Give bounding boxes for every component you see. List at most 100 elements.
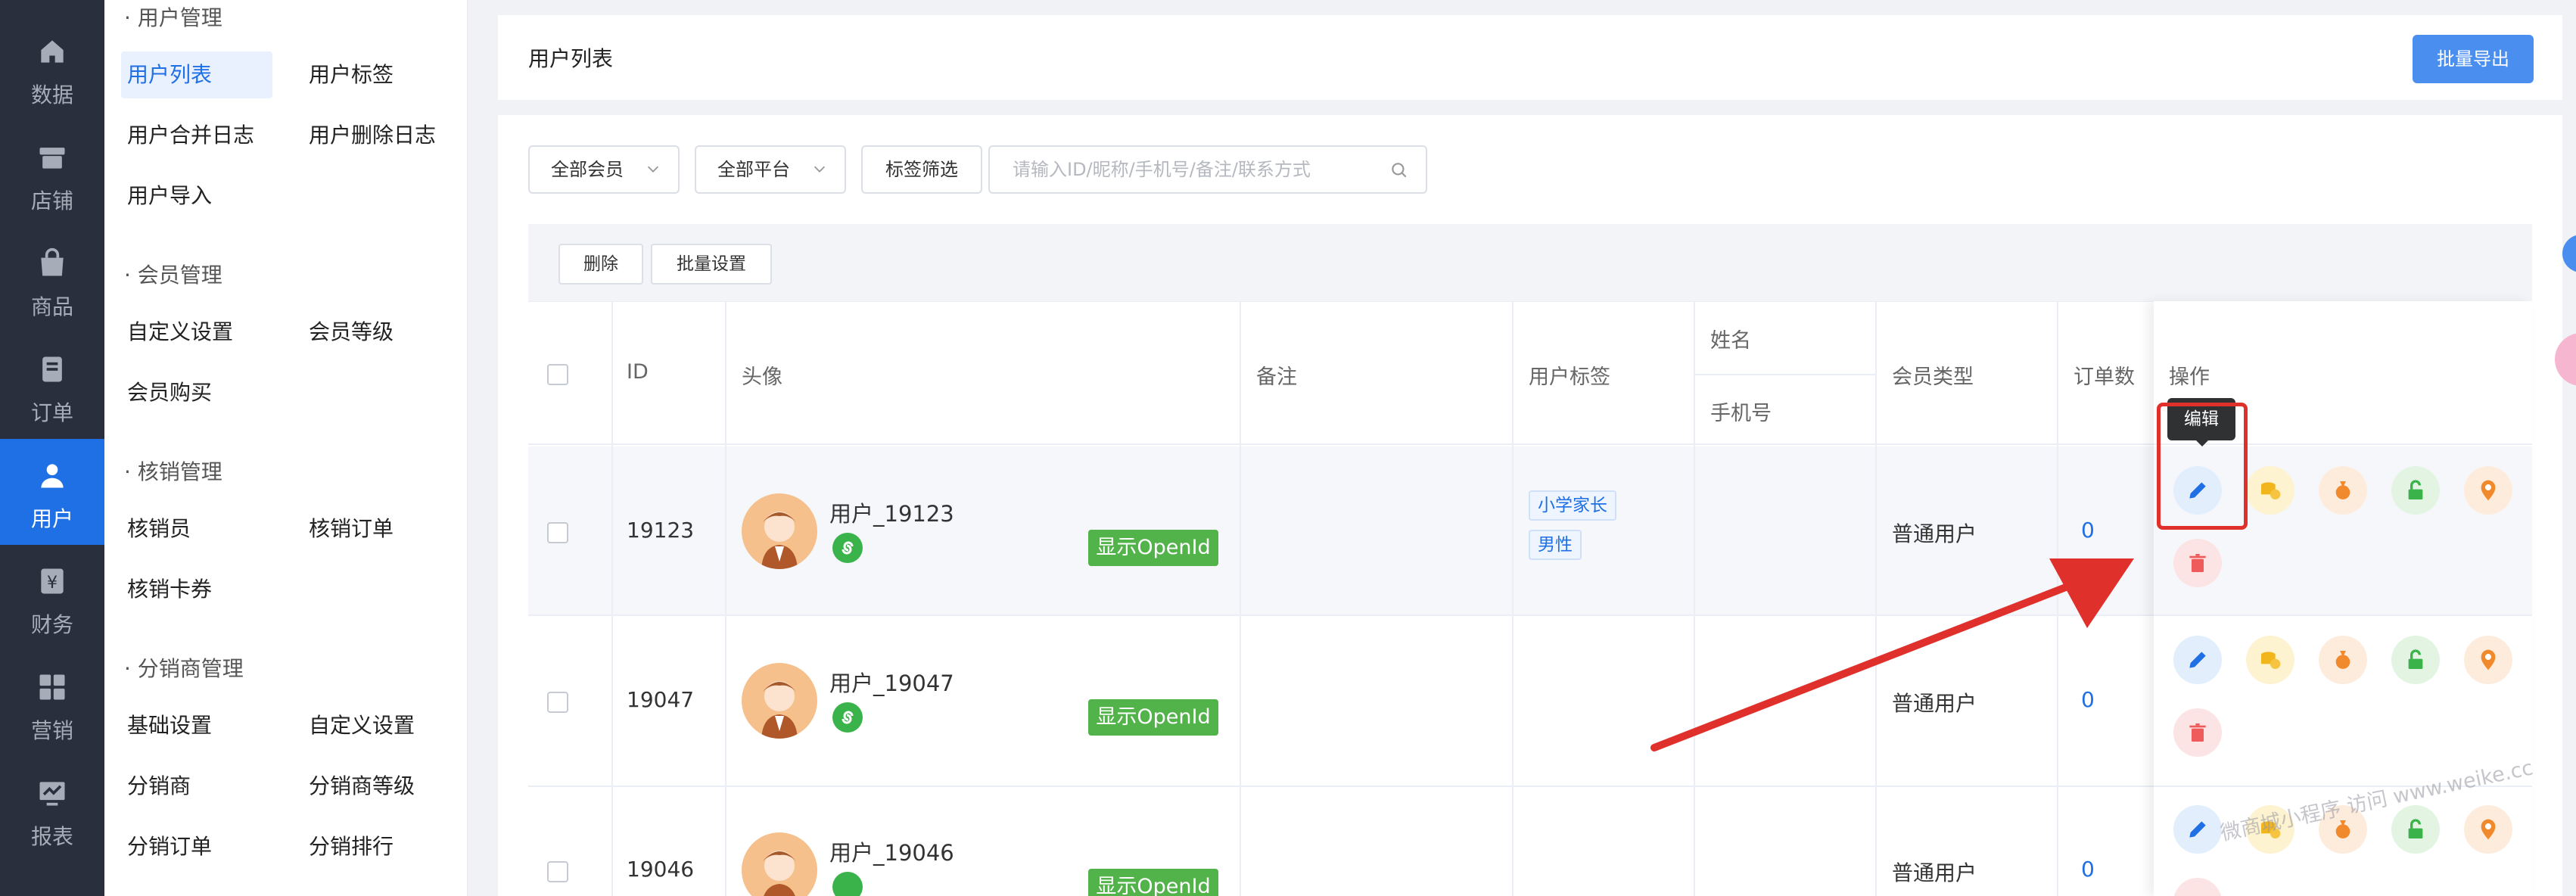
menu-item-distrib-rank[interactable]: 分销排行 (303, 823, 400, 870)
member-filter-value: 全部会员 (551, 159, 624, 180)
nav-item-finance[interactable]: ¥ 财务 (0, 545, 104, 651)
address-button[interactable] (2464, 805, 2512, 854)
menu-item-user-import[interactable]: 用户导入 (121, 173, 218, 219)
avatar (742, 493, 817, 569)
delete-user-button[interactable] (2173, 539, 2222, 587)
platform-filter-select[interactable]: 全部平台 (695, 145, 846, 194)
marketing-icon (39, 674, 65, 700)
annotation-highlight-box (2157, 403, 2248, 530)
nav-item-users[interactable]: 用户 (0, 439, 104, 545)
user-nickname: 用户_19046 (829, 840, 954, 866)
balance-button[interactable] (2319, 466, 2367, 515)
menu-item-custom-settings[interactable]: 自定义设置 (121, 309, 239, 356)
unlock-button[interactable] (2391, 466, 2440, 515)
nav-item-marketing[interactable]: 营销 (0, 651, 104, 757)
member-filter-select[interactable]: 全部会员 (528, 145, 680, 194)
balance-button[interactable] (2319, 636, 2367, 684)
delete-user-button[interactable] (2173, 708, 2222, 757)
nav-label: 财务 (30, 612, 73, 637)
user-tag: 小学家长 (1529, 490, 1616, 521)
menu-item-basic-settings[interactable]: 基础设置 (121, 702, 218, 749)
col-orders: 订单数 (2074, 366, 2135, 389)
user-nickname: 用户_19123 (829, 501, 954, 527)
page-header: 用户列表 批量导出 (498, 15, 2562, 100)
main-nav-rail: 数据 店铺 商品 订单 用户 ¥ 财务 营销 报表 (0, 0, 104, 896)
search-icon[interactable] (1389, 160, 1409, 180)
menu-item-distrib-orders[interactable]: 分销订单 (121, 823, 218, 870)
delete-button[interactable]: 删除 (558, 244, 643, 285)
nav-item-reports[interactable]: 报表 (0, 757, 104, 863)
col-remark: 备注 (1256, 366, 1297, 389)
menu-item-distrib-custom[interactable]: 自定义设置 (303, 702, 421, 749)
avatar (742, 663, 817, 739)
unlock-icon (2408, 819, 2423, 838)
menu-item-user-list[interactable]: 用户列表 (121, 51, 272, 98)
search-input[interactable] (990, 147, 1368, 192)
mini-program-icon (832, 533, 863, 563)
menu-item-member-purchase[interactable]: 会员购买 (121, 369, 218, 416)
header-divider (1695, 374, 1875, 375)
unlock-button[interactable] (2391, 636, 2440, 684)
nav-label: 报表 (30, 824, 73, 849)
coins-icon (2261, 482, 2281, 499)
menu-item-verify-cards[interactable]: 核销卡券 (121, 566, 218, 613)
menu-item-distributor[interactable]: 分销商 (121, 763, 197, 810)
points-button[interactable] (2246, 466, 2294, 515)
nav-label: 数据 (30, 82, 73, 107)
nav-label: 营销 (30, 718, 73, 743)
row-checkbox[interactable] (547, 522, 568, 543)
batch-export-button[interactable]: 批量导出 (2413, 35, 2534, 83)
avatar-figure-icon (761, 512, 798, 569)
trash-icon (2189, 723, 2206, 742)
user-tag: 男性 (1529, 530, 1582, 560)
address-button[interactable] (2464, 636, 2512, 684)
nav-label: 商品 (30, 294, 73, 319)
nav-item-shop[interactable]: 店铺 (0, 121, 104, 227)
page-title: 用户列表 (528, 46, 614, 71)
points-button[interactable] (2246, 636, 2294, 684)
row-checkbox[interactable] (547, 861, 568, 882)
unlock-button[interactable] (2391, 805, 2440, 854)
row-checkbox[interactable] (547, 692, 568, 713)
menu-item-verify-orders[interactable]: 核销订单 (303, 506, 400, 552)
report-icon (39, 782, 65, 806)
batch-settings-button[interactable]: 批量设置 (651, 244, 772, 285)
platform-filter-value: 全部平台 (717, 159, 790, 180)
menu-item-delete-log[interactable]: 用户删除日志 (303, 112, 442, 159)
menu-item-distrib-level[interactable]: 分销商等级 (303, 763, 421, 810)
menu-item-merge-log[interactable]: 用户合并日志 (121, 112, 260, 159)
col-divider (1240, 301, 1241, 896)
unlock-icon (2408, 480, 2423, 499)
coins-icon (2261, 652, 2281, 669)
col-name: 姓名 (1710, 329, 1751, 353)
location-pin-icon (2481, 649, 2496, 670)
floating-help-button[interactable] (2562, 235, 2576, 272)
nav-item-goods[interactable]: 商品 (0, 227, 104, 333)
menu-item-verifier[interactable]: 核销员 (121, 506, 197, 552)
pencil-icon (2189, 652, 2206, 668)
show-openid-button[interactable]: 显示OpenId (1088, 869, 1218, 896)
nav-item-data[interactable]: 数据 (0, 15, 104, 121)
annotation-arrow-icon (1650, 558, 2134, 751)
col-tags: 用户标签 (1529, 366, 1610, 389)
nav-item-orders[interactable]: 订单 (0, 333, 104, 439)
menu-item-member-level[interactable]: 会员等级 (303, 309, 400, 356)
col-phone: 手机号 (1710, 402, 1772, 425)
show-openid-button[interactable]: 显示OpenId (1088, 699, 1218, 736)
cell-id: 19047 (627, 687, 695, 712)
select-all-checkbox[interactable] (547, 364, 568, 385)
sub-menu: · 用户管理 用户列表 用户标签 用户合并日志 用户删除日志 用户导入 · 会员… (104, 0, 468, 896)
nav-label: 订单 (30, 400, 73, 425)
address-button[interactable] (2464, 466, 2512, 515)
edit-button[interactable] (2173, 805, 2222, 854)
edit-button[interactable] (2173, 636, 2222, 684)
nav-label: 店铺 (30, 188, 73, 213)
menu-item-user-tags[interactable]: 用户标签 (303, 51, 400, 98)
col-id: ID (627, 360, 649, 384)
svg-text:¥: ¥ (47, 574, 58, 593)
cell-order-count[interactable]: 0 (2081, 518, 2095, 543)
tag-filter-button[interactable]: 标签筛选 (861, 145, 982, 194)
menu-group-member: · 会员管理 (124, 263, 222, 288)
show-openid-button[interactable]: 显示OpenId (1088, 530, 1218, 566)
cell-order-count[interactable]: 0 (2081, 857, 2095, 882)
